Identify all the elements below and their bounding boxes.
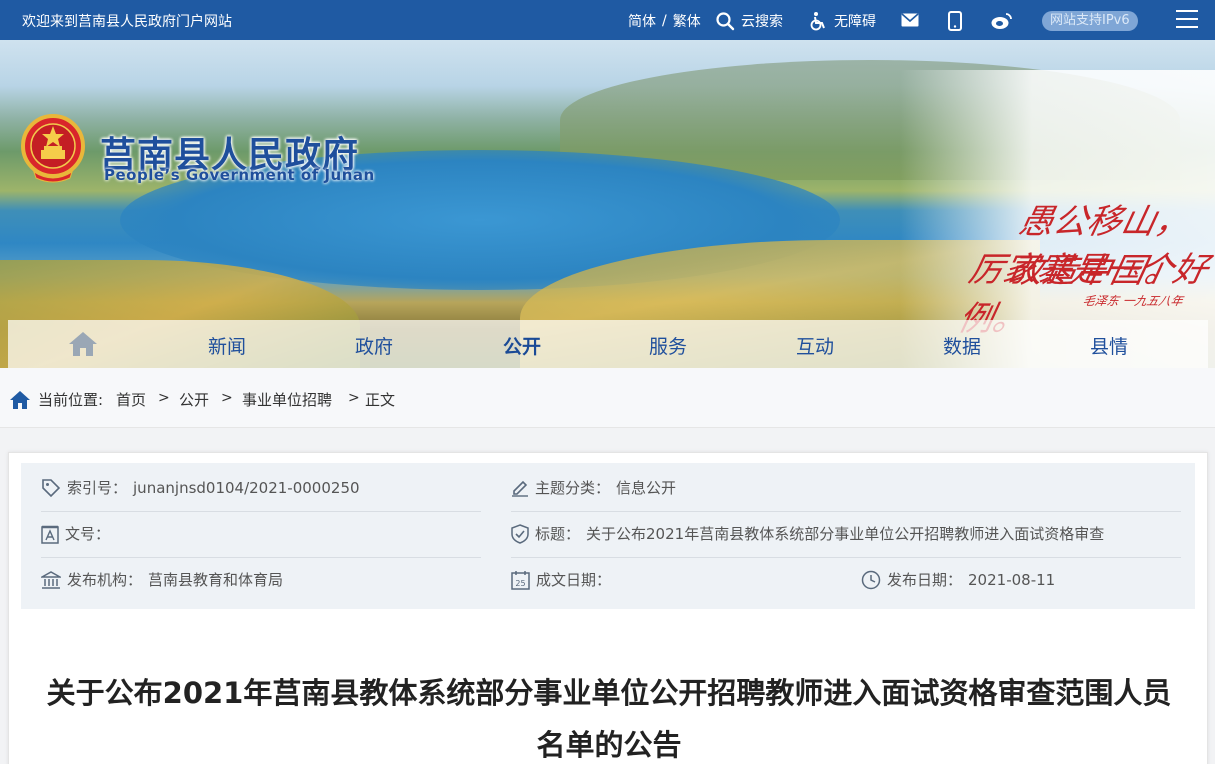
meta-subject: 标题： 关于公布2021年莒南县教体系统部分事业单位公开招聘教师进入面试资格审查 xyxy=(511,523,1104,544)
clock-icon xyxy=(861,570,881,589)
article-title-line-2: 名单的公告 xyxy=(536,728,682,762)
breadcrumb-separator: > xyxy=(158,390,170,406)
edit-icon xyxy=(512,480,528,497)
metadata-table: 索引号： junanjnsd0104/2021-0000250 主题分类： 信息公开… xyxy=(21,463,1195,609)
meta-publisher-label: 发布机构： xyxy=(67,571,143,589)
meta-written-label: 成文日期： xyxy=(536,571,612,589)
breadcrumb-label: 当前位置: xyxy=(38,391,104,409)
breadcrumb: 当前位置: 首页 > 公开 > 事业单位招聘 > 正文 xyxy=(0,368,1215,428)
menu-icon[interactable] xyxy=(1176,10,1198,30)
meta-topic-value: 信息公开 xyxy=(616,479,677,497)
nav-item-interaction[interactable]: 互动 xyxy=(796,332,834,359)
weibo-link[interactable] xyxy=(991,12,1013,30)
meta-divider xyxy=(511,557,1181,558)
nav-item-data[interactable]: 数据 xyxy=(943,332,981,359)
nav-item-government[interactable]: 政府 xyxy=(355,332,393,359)
svg-text:25: 25 xyxy=(515,579,525,588)
document-number-icon xyxy=(41,525,59,544)
tag-icon xyxy=(42,478,61,497)
calendar-icon: 25 xyxy=(511,570,530,590)
nav-item-service[interactable]: 服务 xyxy=(649,332,687,359)
meta-divider xyxy=(41,511,481,512)
meta-index-label: 索引号： xyxy=(67,479,128,497)
mobile-link[interactable] xyxy=(948,11,962,31)
meta-index: 索引号： junanjnsd0104/2021-0000250 xyxy=(41,477,360,498)
meta-docno-label: 文号： xyxy=(65,525,111,543)
meta-docno: 文号： xyxy=(41,523,116,544)
meta-publisher: 发布机构： 莒南县教育和体育局 xyxy=(41,569,283,590)
meta-publisher-value: 莒南县教育和体育局 xyxy=(148,571,284,589)
mail-link[interactable] xyxy=(901,13,919,27)
meta-divider xyxy=(41,557,481,558)
mail-icon xyxy=(901,13,919,27)
shield-check-icon xyxy=(511,523,529,544)
article-title: 关于公布2021年莒南县教体系统部分事业单位公开招聘教师进入面试资格审查范围人员… xyxy=(29,667,1189,764)
top-bar: 欢迎来到莒南县人民政府门户网站 简体 / 繁体 云搜索 无障碍 网站支持IPv6 xyxy=(0,0,1215,40)
nav-item-county-info[interactable]: 县情 xyxy=(1090,332,1128,359)
home-icon[interactable] xyxy=(68,331,98,357)
institution-icon xyxy=(41,570,61,589)
meta-written-date: 25 成文日期： xyxy=(511,569,617,590)
language-switch: 简体 / 繁体 xyxy=(628,11,701,31)
accessibility-link[interactable]: 无障碍 xyxy=(808,11,876,31)
wheelchair-icon xyxy=(810,12,825,31)
home-icon xyxy=(10,391,30,409)
meta-publish-date: 发布日期： 2021-08-11 xyxy=(861,569,1055,590)
accessibility-label: 无障碍 xyxy=(834,14,876,30)
breadcrumb-separator: > xyxy=(221,390,233,406)
calligraphy-inscription: 愚公移山，改造中国。 厉家寨是一个好例。 毛泽东 一九五八年 xyxy=(955,188,1212,339)
search-icon xyxy=(716,12,735,31)
article-card: 索引号： junanjnsd0104/2021-0000250 主题分类： 信息公开… xyxy=(8,452,1208,764)
breadcrumb-current: 正文 xyxy=(365,391,396,409)
welcome-text: 欢迎来到莒南县人民政府门户网站 xyxy=(22,14,232,30)
lang-separator: / xyxy=(662,13,667,29)
ipv6-badge: 网站支持IPv6 xyxy=(1042,11,1138,31)
header-banner: 莒南县人民政府 People’s Government of Junan 愚公移… xyxy=(0,40,1215,368)
article-title-line-1: 关于公布2021年莒南县教体系统部分事业单位公开招聘教师进入面试资格审查范围人员 xyxy=(46,676,1172,710)
site-subtitle: People’s Government of Junan xyxy=(104,166,375,184)
calligraphy-signature: 毛泽东 一九五八年 xyxy=(1081,294,1185,308)
main-nav: 新闻 政府 公开 服务 互动 数据 县情 xyxy=(8,320,1208,368)
breadcrumb-home[interactable]: 首页 xyxy=(116,389,146,410)
cloud-search-link[interactable]: 云搜索 xyxy=(715,11,783,31)
breadcrumb-recruitment[interactable]: 事业单位招聘 xyxy=(242,389,332,410)
meta-subject-value: 关于公布2021年莒南县教体系统部分事业单位公开招聘教师进入面试资格审查 xyxy=(586,525,1105,543)
meta-topic: 主题分类： 信息公开 xyxy=(511,477,676,498)
meta-topic-label: 主题分类： xyxy=(535,479,611,497)
meta-pubdate-value: 2021-08-11 xyxy=(968,570,1056,589)
meta-index-value: junanjnsd0104/2021-0000250 xyxy=(133,478,360,497)
nav-item-news[interactable]: 新闻 xyxy=(208,332,246,359)
lang-simplified-link[interactable]: 简体 xyxy=(628,11,656,31)
meta-pubdate-label: 发布日期： xyxy=(887,571,963,589)
meta-divider xyxy=(511,511,1181,512)
cloud-search-label: 云搜索 xyxy=(741,14,783,30)
mobile-phone-icon xyxy=(948,11,962,31)
meta-subject-label: 标题： xyxy=(535,525,581,543)
breadcrumb-separator: > xyxy=(348,390,360,406)
national-emblem-icon xyxy=(21,114,85,183)
breadcrumb-open[interactable]: 公开 xyxy=(179,389,209,410)
lang-traditional-link[interactable]: 繁体 xyxy=(673,11,701,31)
weibo-icon xyxy=(991,13,1012,29)
nav-item-open[interactable]: 公开 xyxy=(503,332,541,359)
